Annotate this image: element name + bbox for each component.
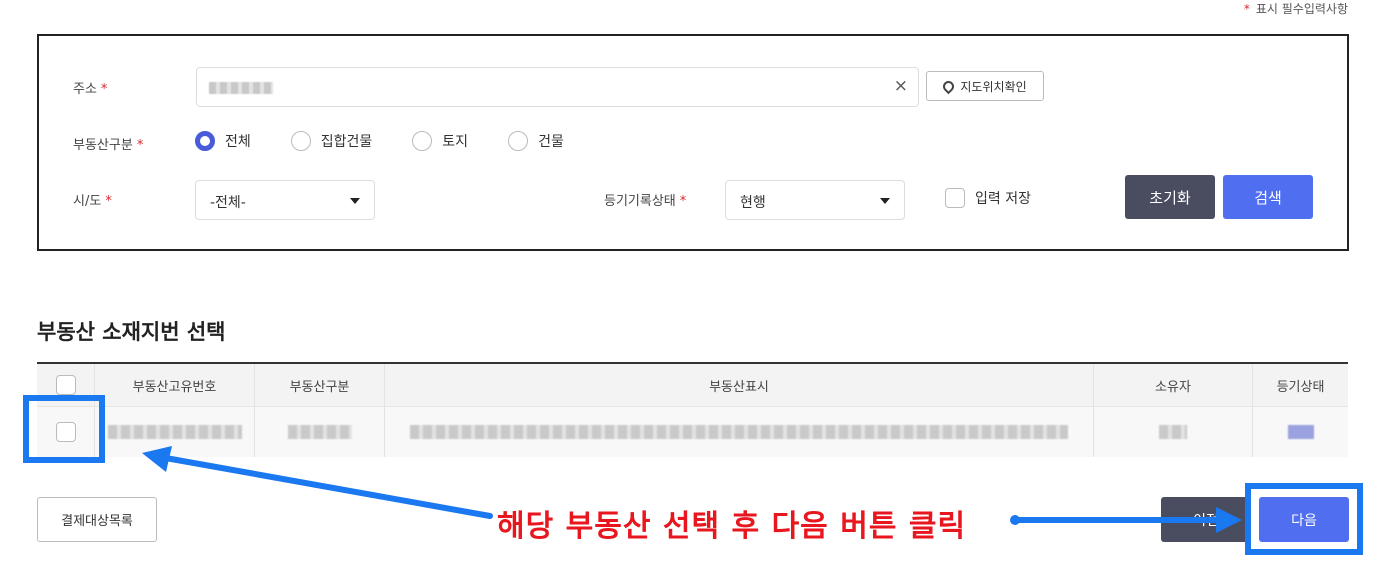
checkbox-highlight-box (23, 395, 105, 463)
redacted-value (410, 425, 1068, 439)
type-label-text: 부동산구분 (73, 138, 133, 153)
sido-value: -전체- (210, 195, 246, 211)
location-pin-icon (941, 78, 957, 94)
required-star: * (100, 82, 108, 97)
cell-registry-status (1253, 407, 1348, 457)
radio-all[interactable]: 전체 (195, 131, 251, 151)
radio-dot[interactable] (412, 131, 433, 151)
required-star: * (1243, 2, 1250, 16)
cell-unique-number (95, 407, 255, 457)
save-input-checkbox[interactable] (945, 188, 965, 208)
status-label-text: 등기기록상태 (604, 194, 676, 209)
chevron-down-icon (350, 198, 360, 204)
type-radio-group: 전체 집합건물 토지 건물 (195, 131, 604, 151)
redacted-value (107, 425, 242, 439)
status-value: 현행 (740, 195, 766, 211)
required-star: * (105, 194, 112, 209)
radio-building-label: 건물 (538, 134, 564, 150)
radio-collective-building-label: 집합건물 (320, 134, 373, 150)
chevron-down-icon (880, 198, 890, 204)
arrow-to-checkbox (157, 454, 493, 519)
sido-label: 시/도 * (73, 190, 112, 209)
table-row[interactable] (37, 407, 1348, 457)
address-label-text: 주소 (73, 82, 97, 97)
map-location-label: 지도위치확인 (960, 79, 1027, 94)
sido-select[interactable]: -전체- (195, 180, 375, 220)
payment-list-button[interactable]: 결제대상목록 (37, 497, 157, 542)
radio-dot[interactable] (290, 131, 311, 151)
next-button-highlight-box (1245, 483, 1363, 555)
reset-button[interactable]: 초기화 (1125, 175, 1215, 219)
search-panel: 주소 * × 지도위치확인 부동산구분 * 전체 집합건물 토지 건물 시/도 * -… (37, 34, 1349, 251)
map-location-button[interactable]: 지도위치확인 (926, 71, 1044, 101)
sido-label-text: 시/도 (73, 194, 102, 209)
prev-button[interactable]: 이전 (1161, 497, 1251, 542)
required-star: * (679, 194, 687, 209)
required-star: * (136, 138, 144, 153)
search-button[interactable]: 검색 (1223, 175, 1313, 219)
header-property-type: 부동산구분 (255, 364, 385, 406)
property-table: 부동산고유번호 부동산구분 부동산표시 소유자 등기상태 (37, 362, 1348, 457)
radio-all-label: 전체 (225, 134, 251, 150)
required-note: * 표시 필수입력사항 (1244, 0, 1348, 17)
header-registry-status: 등기상태 (1276, 379, 1325, 395)
required-note-text: 표시 필수입력사항 (1255, 2, 1348, 16)
instruction-text: 해당 부동산 선택 후 다음 버튼 클릭 (497, 509, 967, 544)
section-title: 부동산 소재지번 선택 (37, 320, 226, 344)
status-label: 등기기록상태 * (604, 190, 686, 209)
address-input[interactable]: × (196, 67, 919, 107)
type-label: 부동산구분 * (73, 134, 143, 153)
cell-owner (1094, 407, 1253, 457)
address-value-redacted (209, 82, 273, 94)
header-property-display: 부동산표시 (385, 364, 1094, 406)
radio-dot[interactable] (508, 131, 529, 151)
redacted-value (1287, 425, 1314, 439)
radio-collective-building[interactable]: 집합건물 (290, 131, 373, 151)
address-label: 주소 * (73, 78, 107, 97)
radio-dot-selected[interactable] (195, 131, 215, 151)
clear-address-icon[interactable]: × (894, 76, 908, 96)
arrow-tail-dot (1010, 515, 1020, 525)
radio-land-label: 토지 (442, 134, 469, 150)
save-input-label: 입력 저장 (975, 191, 1031, 207)
cell-property-display (385, 407, 1094, 457)
save-input-option[interactable]: 입력 저장 (945, 188, 1031, 208)
header-owner: 소유자 (1094, 364, 1253, 406)
select-all-checkbox[interactable] (55, 375, 76, 395)
redacted-value (287, 425, 352, 439)
header-unique-number: 부동산고유번호 (95, 364, 255, 406)
table-header: 부동산고유번호 부동산구분 부동산표시 소유자 등기상태 (37, 364, 1348, 407)
radio-land[interactable]: 토지 (412, 131, 468, 151)
redacted-value (1159, 425, 1187, 439)
cell-property-type (255, 407, 385, 457)
status-select[interactable]: 현행 (725, 180, 905, 220)
radio-building[interactable]: 건물 (508, 131, 564, 151)
